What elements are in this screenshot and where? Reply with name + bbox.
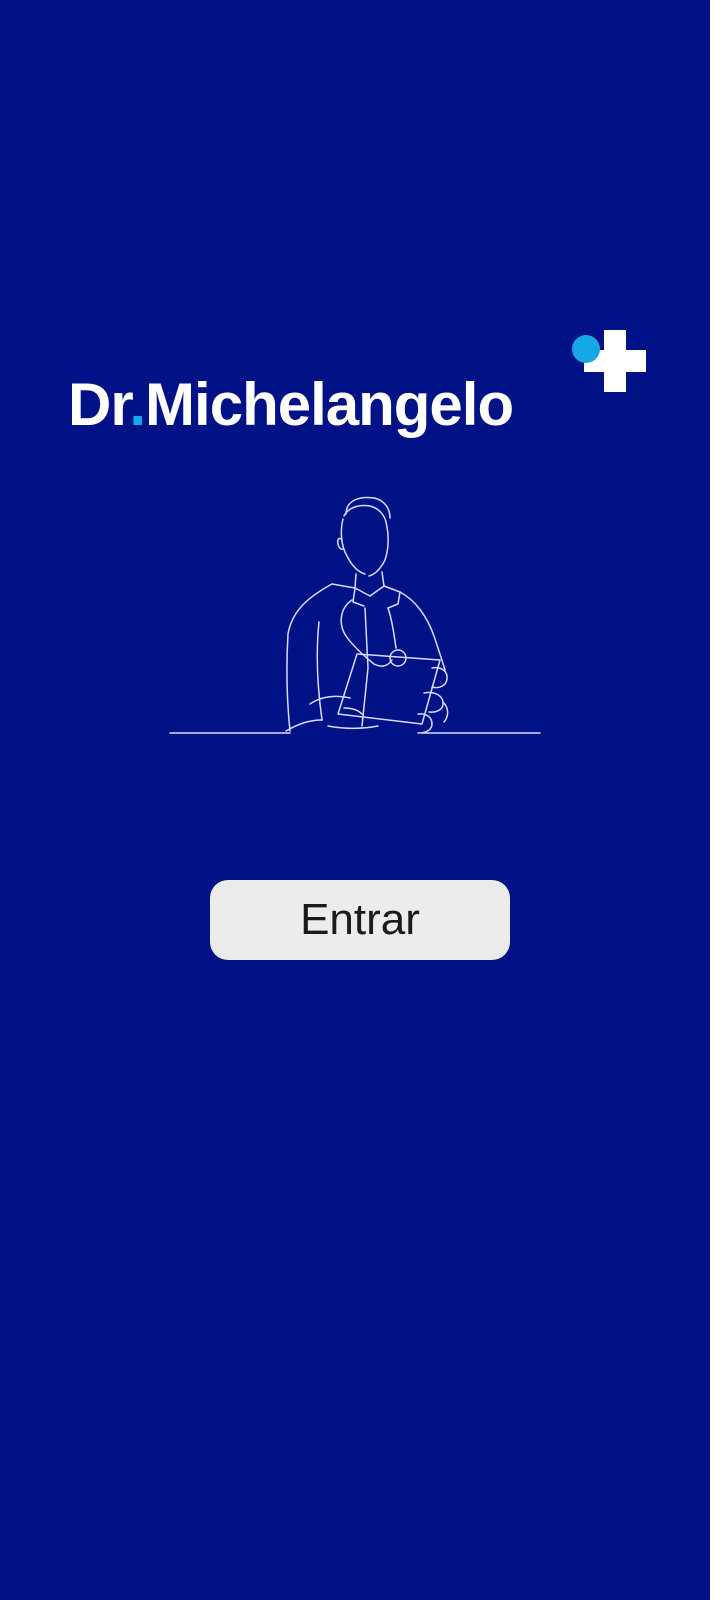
brand-logo: Dr.Michelangelo	[0, 330, 722, 440]
doctor-line-art-icon	[169, 496, 541, 734]
screen-edge	[710, 0, 722, 1600]
medical-cross-icon	[572, 330, 646, 392]
splash-screen: Dr.Michelangelo Entrar	[0, 0, 722, 1600]
enter-button[interactable]: Entrar	[210, 880, 510, 960]
brand-dot: .	[129, 371, 146, 438]
brand-name: Michelangelo	[145, 371, 514, 438]
brand-prefix: Dr	[68, 371, 130, 438]
brand-wordmark: Dr.Michelangelo	[68, 370, 514, 440]
